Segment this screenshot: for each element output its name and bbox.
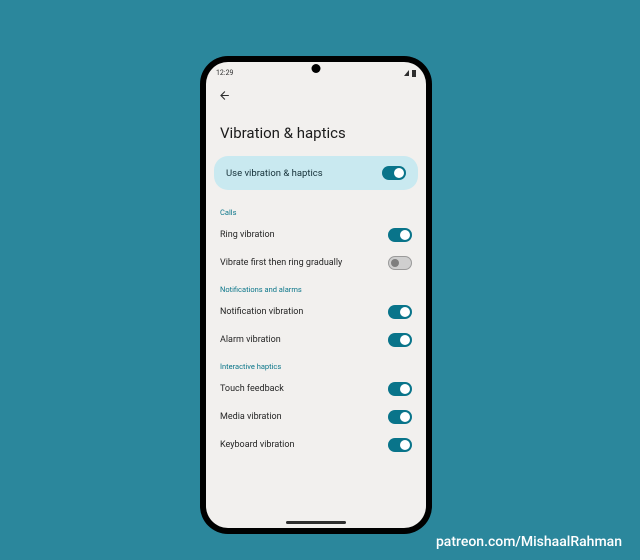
row-keyboard-vibration[interactable]: Keyboard vibration xyxy=(214,431,418,459)
row-label: Notification vibration xyxy=(220,307,303,317)
row-label: Vibrate first then ring gradually xyxy=(220,258,342,268)
toggle-media-vibration[interactable] xyxy=(388,410,412,424)
screen: 12:29 Vibration & haptics Use vibration … xyxy=(206,62,426,528)
signal-icon xyxy=(404,70,409,76)
back-arrow-icon xyxy=(218,89,231,102)
row-label: Media vibration xyxy=(220,412,282,422)
status-time: 12:29 xyxy=(216,69,233,77)
section-header-calls: Calls xyxy=(214,200,418,221)
row-vibrate-first[interactable]: Vibrate first then ring gradually xyxy=(214,249,418,277)
row-label: Keyboard vibration xyxy=(220,440,294,450)
toggle-vibrate-first[interactable] xyxy=(388,256,412,270)
row-label: Alarm vibration xyxy=(220,335,281,345)
page-title: Vibration & haptics xyxy=(206,106,426,156)
master-toggle-row[interactable]: Use vibration & haptics xyxy=(214,156,418,190)
content: Use vibration & haptics Calls Ring vibra… xyxy=(206,156,426,528)
row-label: Ring vibration xyxy=(220,230,275,240)
status-right xyxy=(404,70,416,77)
toggle-keyboard-vibration[interactable] xyxy=(388,438,412,452)
credit-text: patreon.com/MishaalRahman xyxy=(436,534,622,550)
app-bar xyxy=(206,84,426,106)
back-button[interactable] xyxy=(216,87,232,103)
master-toggle[interactable] xyxy=(382,166,406,180)
section-header-notifications: Notifications and alarms xyxy=(214,277,418,298)
row-notification-vibration[interactable]: Notification vibration xyxy=(214,298,418,326)
toggle-notification-vibration[interactable] xyxy=(388,305,412,319)
master-toggle-label: Use vibration & haptics xyxy=(226,168,323,179)
row-touch-feedback[interactable]: Touch feedback xyxy=(214,375,418,403)
section-header-interactive: Interactive haptics xyxy=(214,354,418,375)
row-media-vibration[interactable]: Media vibration xyxy=(214,403,418,431)
row-alarm-vibration[interactable]: Alarm vibration xyxy=(214,326,418,354)
battery-icon xyxy=(412,70,416,77)
gesture-bar-icon xyxy=(286,521,346,524)
phone-frame: 12:29 Vibration & haptics Use vibration … xyxy=(200,56,432,534)
toggle-ring-vibration[interactable] xyxy=(388,228,412,242)
toggle-touch-feedback[interactable] xyxy=(388,382,412,396)
camera-hole-icon xyxy=(312,64,321,73)
row-ring-vibration[interactable]: Ring vibration xyxy=(214,221,418,249)
toggle-alarm-vibration[interactable] xyxy=(388,333,412,347)
row-label: Touch feedback xyxy=(220,384,284,394)
